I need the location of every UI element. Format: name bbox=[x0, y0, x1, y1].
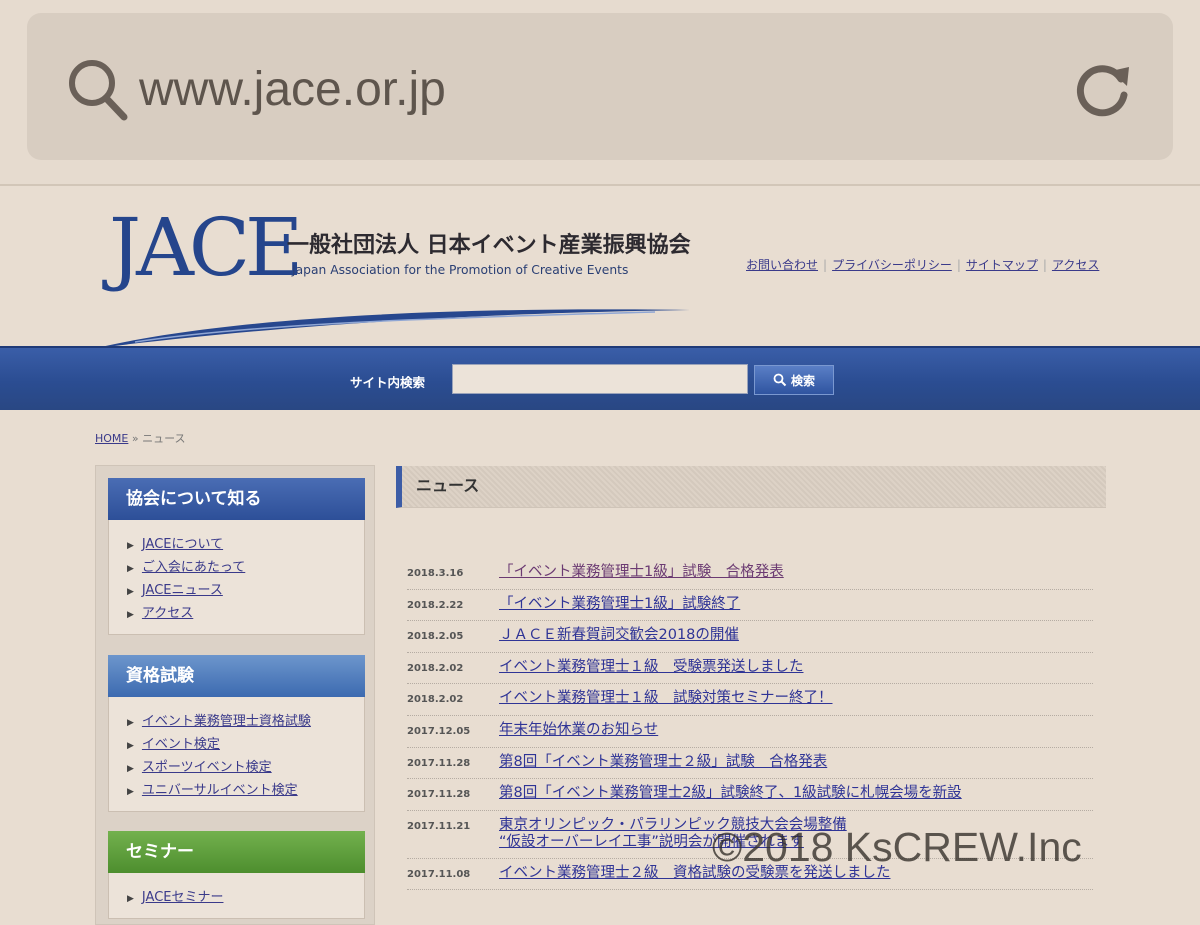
address-bar[interactable]: www.jace.or.jp bbox=[27, 13, 1173, 160]
magnifier-icon bbox=[773, 373, 787, 387]
sidebar-section-qualification: 資格試験 ▶ イベント業務管理士資格試験 ▶ イベント検定 ▶ スポーツイベント検定 … bbox=[108, 655, 365, 812]
site-search-button[interactable]: 検索 bbox=[754, 365, 834, 395]
news-date: 2018.3.16 bbox=[407, 568, 464, 579]
news-item: 2018.2.05 ＪＡＣＥ新春賀詞交歓会2018の開催 bbox=[407, 621, 1093, 653]
sidebar-item[interactable]: ▶ イベント検定 bbox=[127, 734, 364, 757]
sitemap-link[interactable]: サイトマップ bbox=[966, 258, 1038, 272]
link-separator: | bbox=[1042, 258, 1047, 272]
sidebar-item-label[interactable]: ご入会にあたって bbox=[142, 560, 245, 575]
news-item: 2017.11.28 第8回「イベント業務管理士2級」試験終了、1級試験に札幌会… bbox=[407, 779, 1093, 811]
sidebar-item[interactable]: ▶ JACEについて bbox=[127, 534, 364, 557]
news-date: 2018.2.02 bbox=[407, 694, 464, 706]
site-search-label: サイト内検索 bbox=[350, 375, 426, 390]
breadcrumb-current: ニュース bbox=[142, 432, 186, 445]
arrow-bullet-icon: ▶ bbox=[127, 764, 134, 774]
news-item: 2018.3.16 「イベント業務管理士1級」試験 合格発表 bbox=[407, 558, 1093, 590]
sidebar-item[interactable]: ▶ スポーツイベント検定 bbox=[127, 757, 364, 780]
news-date: 2017.12.05 bbox=[407, 725, 471, 737]
sidebar-item[interactable]: ▶ ユニバーサルイベント検定 bbox=[127, 780, 364, 803]
sidebar-item-label[interactable]: JACEについて bbox=[142, 537, 223, 552]
news-item: 2017.11.28 第8回「イベント業務管理士２級」試験 合格発表 bbox=[407, 748, 1093, 780]
sidebar-item-label[interactable]: アクセス bbox=[142, 606, 193, 621]
news-date: 2018.2.05 bbox=[407, 631, 464, 643]
arrow-bullet-icon: ▶ bbox=[127, 894, 134, 904]
sidebar-item-label[interactable]: イベント業務管理士資格試験 bbox=[142, 714, 311, 729]
sidebar-item-label[interactable]: JACEニュース bbox=[142, 583, 223, 598]
copyright-watermark: ©2018 KsCREW.Inc bbox=[712, 824, 1082, 870]
sidebar-heading: セミナー bbox=[108, 831, 365, 873]
sidebar-item-label[interactable]: スポーツイベント検定 bbox=[142, 760, 272, 775]
news-item: 2018.2.22 「イベント業務管理士1級」試験終了 bbox=[407, 590, 1093, 622]
news-item: 2018.2.02 イベント業務管理士１級 試験対策セミナー終了！ bbox=[407, 684, 1093, 716]
logo-japanese-text: 一般社団法人 日本イベント産業振興協会 bbox=[287, 233, 691, 258]
news-date: 2017.11.28 bbox=[407, 757, 471, 769]
news-date: 2018.2.22 bbox=[407, 599, 464, 611]
sidebar-list: ▶ JACEセミナー bbox=[108, 873, 365, 919]
link-separator: | bbox=[956, 258, 961, 272]
search-icon[interactable] bbox=[65, 55, 131, 125]
url-text[interactable]: www.jace.or.jp bbox=[139, 55, 446, 125]
logo-jace-text: JACE bbox=[109, 201, 303, 294]
news-item: 2017.12.05 年末年始休業のお知らせ bbox=[407, 716, 1093, 748]
sidebar-item[interactable]: ▶ イベント業務管理士資格試験 bbox=[127, 711, 364, 734]
sidebar-item[interactable]: ▶ JACEニュース bbox=[127, 580, 364, 603]
arrow-bullet-icon: ▶ bbox=[127, 587, 134, 597]
news-link[interactable]: 「イベント業務管理士1級」試験終了 bbox=[499, 596, 740, 613]
site-search-bar: サイト内検索 検索 bbox=[0, 346, 1200, 410]
news-date: 2017.11.28 bbox=[407, 789, 471, 801]
arrow-bullet-icon: ▶ bbox=[127, 787, 134, 797]
jace-logo[interactable]: JACE 一般社団法人 日本イベント産業振興協会 Japan Associati… bbox=[95, 201, 695, 348]
news-date: 2017.11.21 bbox=[407, 820, 471, 832]
browser-toolbar: www.jace.or.jp bbox=[0, 0, 1200, 186]
contact-link[interactable]: お問い合わせ bbox=[746, 258, 818, 272]
breadcrumb-home[interactable]: HOME bbox=[95, 432, 128, 445]
sidebar-section-about: 協会について知る ▶ JACEについて ▶ ご入会にあたって ▶ JACEニュース ▶… bbox=[108, 478, 365, 635]
sidebar-item-label[interactable]: イベント検定 bbox=[142, 737, 220, 752]
breadcrumb-separator: » bbox=[131, 432, 139, 445]
news-link[interactable]: 「イベント業務管理士1級」試験 合格発表 bbox=[499, 564, 784, 581]
news-link[interactable]: イベント業務管理士１級 受験票発送しました bbox=[499, 659, 804, 676]
sidebar-heading: 資格試験 bbox=[108, 655, 365, 697]
news-date: 2017.11.08 bbox=[407, 868, 471, 880]
link-separator: | bbox=[823, 258, 828, 272]
site-search-button-label: 検索 bbox=[790, 373, 815, 388]
sidebar-item[interactable]: ▶ JACEセミナー bbox=[127, 887, 364, 910]
site-search-input[interactable] bbox=[452, 364, 748, 394]
header-utility-links: お問い合わせ | プライバシーポリシー | サイトマップ | アクセス bbox=[746, 256, 1099, 274]
news-date: 2018.2.02 bbox=[407, 662, 464, 674]
page-title: ニュース bbox=[396, 466, 1106, 508]
arrow-bullet-icon: ▶ bbox=[127, 564, 134, 574]
access-link[interactable]: アクセス bbox=[1052, 258, 1099, 272]
sidebar-item-label[interactable]: JACEセミナー bbox=[142, 890, 224, 905]
sidebar-section-seminar: セミナー ▶ JACEセミナー bbox=[108, 831, 365, 919]
news-link[interactable]: イベント業務管理士１級 試験対策セミナー終了！ bbox=[499, 690, 833, 707]
news-link[interactable]: 第8回「イベント業務管理士2級」試験終了、1級試験に札幌会場を新設 bbox=[499, 785, 962, 802]
site-header: JACE 一般社団法人 日本イベント産業振興協会 Japan Associati… bbox=[0, 188, 1200, 348]
sidebar-item-label[interactable]: ユニバーサルイベント検定 bbox=[142, 783, 298, 798]
sidebar-item[interactable]: ▶ ご入会にあたって bbox=[127, 557, 364, 580]
arrow-bullet-icon: ▶ bbox=[127, 610, 134, 620]
privacy-policy-link[interactable]: プライバシーポリシー bbox=[832, 258, 952, 272]
logo-swoosh-graphic bbox=[97, 309, 690, 348]
news-link[interactable]: 第8回「イベント業務管理士２級」試験 合格発表 bbox=[499, 754, 827, 771]
sidebar-heading: 協会について知る bbox=[108, 478, 365, 520]
news-item: 2018.2.02 イベント業務管理士１級 受験票発送しました bbox=[407, 653, 1093, 685]
arrow-bullet-icon: ▶ bbox=[127, 541, 134, 551]
sidebar: 協会について知る ▶ JACEについて ▶ ご入会にあたって ▶ JACEニュース ▶… bbox=[95, 465, 375, 925]
news-link[interactable]: 年末年始休業のお知らせ bbox=[499, 722, 658, 739]
arrow-bullet-icon: ▶ bbox=[127, 741, 134, 751]
news-link[interactable]: ＪＡＣＥ新春賀詞交歓会2018の開催 bbox=[499, 627, 739, 644]
sidebar-list: ▶ JACEについて ▶ ご入会にあたって ▶ JACEニュース ▶ アクセス bbox=[108, 520, 365, 635]
breadcrumb: HOME » ニュース bbox=[95, 430, 186, 446]
sidebar-list: ▶ イベント業務管理士資格試験 ▶ イベント検定 ▶ スポーツイベント検定 ▶ ユニバー… bbox=[108, 697, 365, 812]
sidebar-item[interactable]: ▶ アクセス bbox=[127, 603, 364, 626]
logo-english-text: Japan Association for the Promotion of C… bbox=[292, 263, 629, 277]
arrow-bullet-icon: ▶ bbox=[127, 718, 134, 728]
reload-icon[interactable] bbox=[1071, 53, 1135, 123]
